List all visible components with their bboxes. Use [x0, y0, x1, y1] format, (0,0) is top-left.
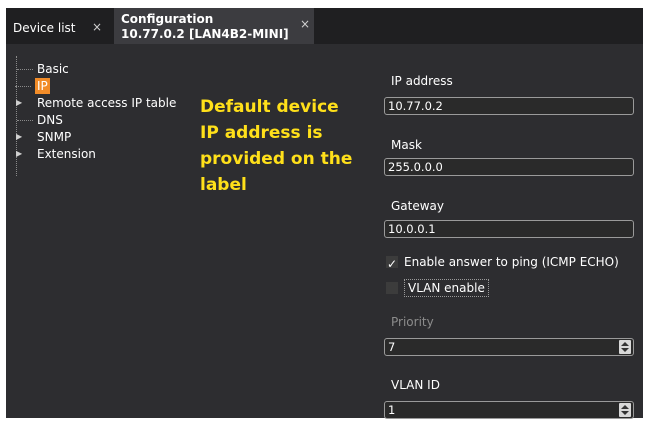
- mask-input[interactable]: 255.0.0.0: [384, 158, 634, 176]
- priority-value: 7: [388, 340, 396, 354]
- tree-connector: [17, 120, 33, 121]
- tree-item-basic[interactable]: Basic: [17, 61, 69, 77]
- ip-address-input[interactable]: 10.77.0.2: [384, 97, 634, 115]
- vlan-id-stepper[interactable]: 1: [384, 401, 634, 419]
- priority-stepper[interactable]: 7: [384, 338, 634, 356]
- vlan-id-label: VLAN ID: [391, 378, 440, 392]
- ip-address-label: IP address: [391, 74, 453, 88]
- expand-arrow-icon[interactable]: ▶: [16, 129, 22, 145]
- enable-ping-label: Enable answer to ping (ICMP ECHO): [404, 255, 619, 269]
- tree-item-ip[interactable]: IP: [15, 78, 50, 94]
- gateway-input[interactable]: 10.0.0.1: [384, 220, 634, 238]
- annotation-line: label: [200, 175, 247, 195]
- app-window: Device list × Configuration 10.77.0.2 [L…: [6, 8, 643, 419]
- annotation-line: Default device: [200, 97, 339, 117]
- vlan-id-value: 1: [388, 403, 396, 417]
- expand-arrow-icon[interactable]: ▶: [16, 95, 22, 111]
- tree-item-label: Extension: [37, 147, 96, 161]
- annotation-line: IP address is: [200, 123, 323, 143]
- close-icon[interactable]: ×: [92, 20, 102, 34]
- priority-label: Priority: [391, 315, 434, 329]
- checkmark-icon: ✓: [387, 257, 398, 271]
- tree-item-snmp[interactable]: ▶ SNMP: [16, 129, 72, 145]
- tab-device-list[interactable]: Device list ×: [6, 8, 114, 44]
- annotation-note: Default device IP address is provided on…: [200, 94, 370, 198]
- gateway-label: Gateway: [391, 199, 445, 213]
- tab-configuration[interactable]: Configuration 10.77.0.2 [LAN4B2-MINI] ×: [114, 8, 314, 44]
- spinner-icon[interactable]: [619, 403, 631, 417]
- vlan-enable-label: VLAN enable: [404, 279, 489, 297]
- tree-connector: [15, 86, 31, 87]
- tab-configuration-title: Configuration: [121, 12, 214, 26]
- tree-item-dns[interactable]: DNS: [17, 112, 63, 128]
- close-icon[interactable]: ×: [300, 17, 310, 31]
- spinner-icon[interactable]: [619, 340, 631, 354]
- tree-item-label: DNS: [37, 113, 63, 127]
- mask-label: Mask: [391, 138, 422, 152]
- tree-item-label: IP: [35, 78, 50, 94]
- tab-device-list-label: Device list: [13, 21, 76, 35]
- tree-connector: [17, 69, 33, 70]
- tree-item-label: SNMP: [37, 130, 72, 144]
- tree-item-label: Remote access IP table: [37, 96, 177, 110]
- settings-tree: Basic IP ▶ Remote access IP table DNS ▶ …: [6, 44, 371, 418]
- tree-item-extension[interactable]: ▶ Extension: [16, 146, 96, 162]
- tree-item-label: Basic: [37, 62, 69, 76]
- checkbox-box: [386, 282, 398, 294]
- tab-configuration-device: 10.77.0.2 [LAN4B2-MINI]: [121, 27, 289, 41]
- ip-settings-panel: IP address 10.77.0.2 Mask 255.0.0.0 Gate…: [378, 44, 643, 419]
- annotation-line: provided on the: [200, 149, 353, 169]
- checkbox-box: ✓: [386, 256, 398, 271]
- expand-arrow-icon[interactable]: ▶: [16, 146, 22, 162]
- tree-item-remote-access[interactable]: ▶ Remote access IP table: [16, 95, 177, 111]
- tab-strip: Device list × Configuration 10.77.0.2 [L…: [6, 8, 643, 44]
